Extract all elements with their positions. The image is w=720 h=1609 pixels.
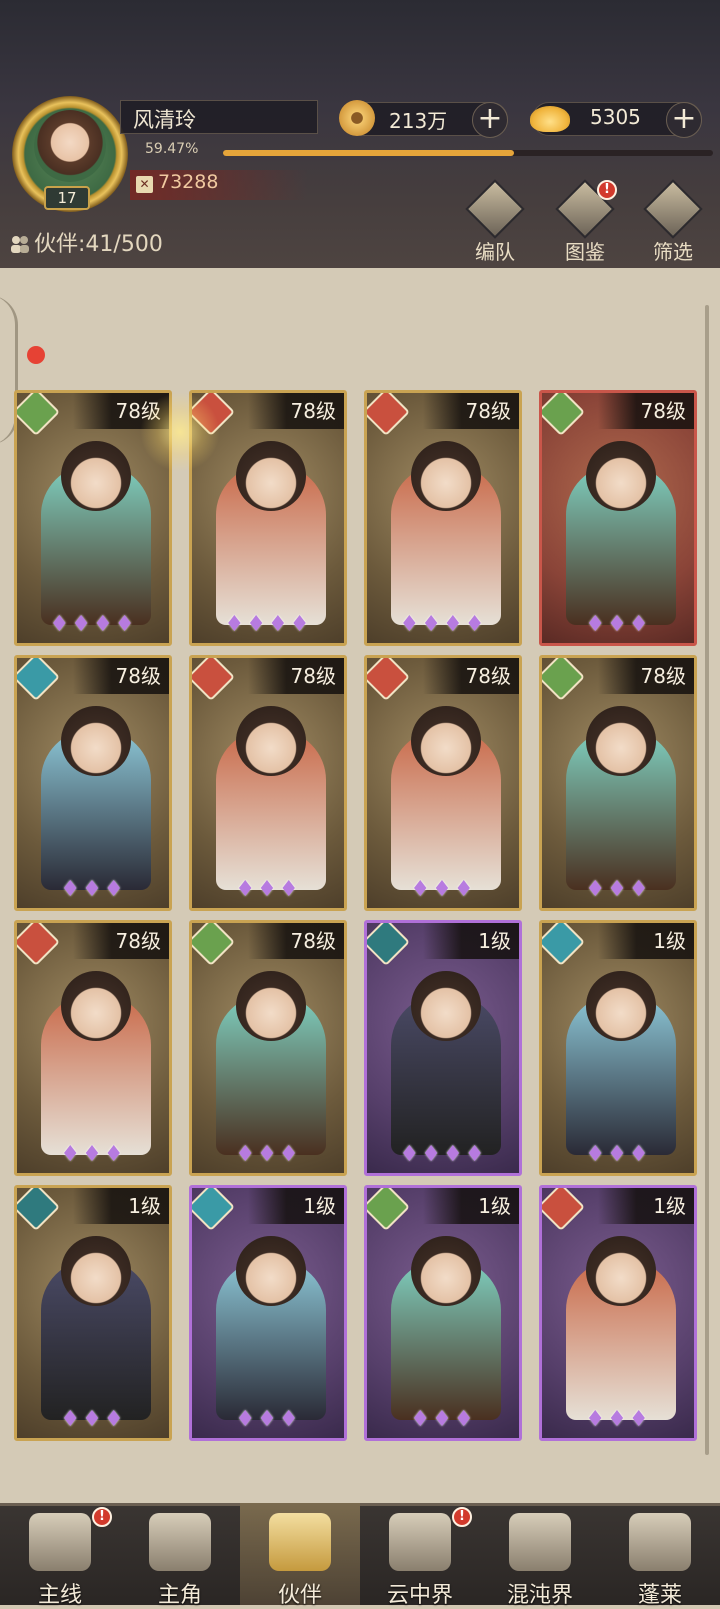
partner-level: 78级: [598, 393, 694, 429]
star-rank: ♦♦♦: [410, 877, 476, 902]
fire-element-icon: [367, 658, 411, 702]
fire-element-icon: [542, 1188, 586, 1232]
dark-element-icon: [367, 923, 411, 967]
nav-tab[interactable]: 主线!: [0, 1503, 120, 1608]
nav-tab-icon: [269, 1513, 331, 1571]
partner-head: [586, 1236, 656, 1306]
partner-head: [411, 1236, 481, 1306]
wood-element-icon: [17, 393, 61, 437]
partner-head: [61, 1236, 131, 1306]
water-element-icon: [192, 1188, 236, 1232]
nav-tab-label: 蓬莱: [637, 1583, 682, 1608]
partner-head: [236, 441, 306, 511]
partner-card[interactable]: 1级 ♦♦♦♦: [364, 920, 522, 1176]
nav-alert-badge: !: [452, 1507, 472, 1527]
partner-level: 1级: [423, 1188, 519, 1224]
partner-level: 78级: [248, 658, 344, 694]
nav-tab-icon: [509, 1513, 571, 1571]
partner-card[interactable]: 1级 ♦♦♦: [364, 1185, 522, 1441]
nav-tab-label: 混沌界: [506, 1583, 573, 1608]
star-rank: ♦♦♦: [585, 877, 651, 902]
partner-card[interactable]: 78级 ♦♦♦: [539, 655, 697, 911]
star-rank: ♦♦♦: [585, 612, 651, 637]
nav-tab[interactable]: 混沌界: [480, 1503, 600, 1608]
partner-head: [61, 441, 131, 511]
nav-tab-label: 主线: [37, 1583, 82, 1608]
selection-sparkle: [140, 392, 220, 472]
partner-head: [236, 971, 306, 1041]
water-element-icon: [542, 923, 586, 967]
partner-head: [586, 706, 656, 776]
partner-card[interactable]: 78级 ♦♦♦: [189, 920, 347, 1176]
partner-card[interactable]: 1级 ♦♦♦: [14, 1185, 172, 1441]
nav-tab[interactable]: 云中界!: [360, 1503, 480, 1608]
nav-tab-icon: [29, 1513, 91, 1571]
star-rank: ♦♦♦: [410, 1407, 476, 1432]
partner-head: [236, 706, 306, 776]
partner-level: 78级: [248, 393, 344, 429]
partner-card[interactable]: 78级 ♦♦♦: [14, 920, 172, 1176]
wood-element-icon: [542, 393, 586, 437]
partner-head: [586, 441, 656, 511]
partner-card[interactable]: 78级 ♦♦♦: [14, 655, 172, 911]
partner-card[interactable]: 78级 ♦♦♦: [189, 655, 347, 911]
nav-tab-icon: [629, 1513, 691, 1571]
nav-tab[interactable]: 主角: [120, 1503, 240, 1608]
partner-card[interactable]: 78级 ♦♦♦: [539, 390, 697, 646]
star-rank: ♦♦♦: [60, 1407, 126, 1432]
partner-level: 1级: [73, 1188, 169, 1224]
star-rank: ♦♦♦: [235, 1407, 301, 1432]
partner-card[interactable]: 1级 ♦♦♦: [189, 1185, 347, 1441]
partner-level: 78级: [423, 658, 519, 694]
nav-tab[interactable]: 蓬莱: [600, 1503, 720, 1608]
star-rank: ♦♦♦♦: [49, 612, 137, 637]
star-rank: ♦♦♦: [235, 1142, 301, 1167]
star-rank: ♦♦♦: [235, 877, 301, 902]
partner-head: [236, 1236, 306, 1306]
partner-level: 78级: [73, 923, 169, 959]
partner-level: 1级: [598, 1188, 694, 1224]
partner-level: 1级: [598, 923, 694, 959]
partner-grid: 78级 ♦♦♦♦ 78级 ♦♦♦♦ 78级 ♦♦♦♦ 78级 ♦♦♦ 78级 ♦♦♦ 78级 ♦♦♦ 7…: [0, 0, 720, 1605]
partner-level: 78级: [423, 393, 519, 429]
star-rank: ♦♦♦: [60, 877, 126, 902]
partner-level: 1级: [248, 1188, 344, 1224]
partner-level: 78级: [598, 658, 694, 694]
dark-element-icon: [17, 1188, 61, 1232]
nav-tab-label: 云中界: [386, 1583, 453, 1608]
partner-head: [411, 706, 481, 776]
partner-head: [411, 971, 481, 1041]
star-rank: ♦♦♦♦: [399, 1142, 487, 1167]
nav-tab[interactable]: 伙伴: [240, 1503, 360, 1608]
wood-element-icon: [192, 923, 236, 967]
nav-tab-icon: [149, 1513, 211, 1571]
partner-card[interactable]: 78级 ♦♦♦: [364, 655, 522, 911]
wood-element-icon: [542, 658, 586, 702]
star-rank: ♦♦♦♦: [399, 612, 487, 637]
nav-tab-label: 伙伴: [277, 1583, 322, 1608]
nav-alert-badge: !: [92, 1507, 112, 1527]
star-rank: ♦♦♦: [585, 1407, 651, 1432]
partner-card[interactable]: 78级 ♦♦♦♦: [364, 390, 522, 646]
partner-head: [411, 441, 481, 511]
star-rank: ♦♦♦♦: [224, 612, 312, 637]
partner-level: 1级: [423, 923, 519, 959]
star-rank: ♦♦♦: [585, 1142, 651, 1167]
partner-head: [61, 971, 131, 1041]
partner-level: 78级: [248, 923, 344, 959]
partner-card[interactable]: 1级 ♦♦♦: [539, 1185, 697, 1441]
fire-element-icon: [367, 393, 411, 437]
water-element-icon: [17, 658, 61, 702]
partner-card[interactable]: 1级 ♦♦♦: [539, 920, 697, 1176]
nav-tab-label: 主角: [157, 1583, 202, 1608]
nav-tab-icon: [389, 1513, 451, 1571]
fire-element-icon: [17, 923, 61, 967]
partner-head: [61, 706, 131, 776]
partner-level: 78级: [73, 658, 169, 694]
star-rank: ♦♦♦: [60, 1142, 126, 1167]
fire-element-icon: [192, 658, 236, 702]
partner-head: [586, 971, 656, 1041]
wood-element-icon: [367, 1188, 411, 1232]
